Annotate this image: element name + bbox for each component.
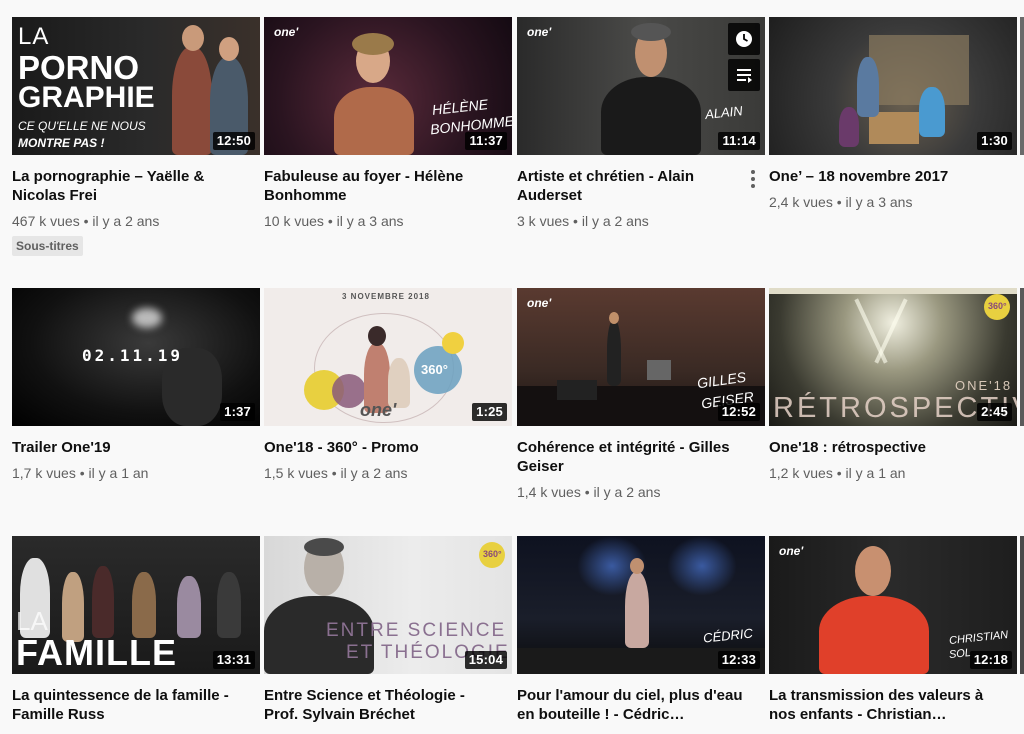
video-title[interactable]: Fabuleuse au foyer - Hélène Bonhomme	[264, 167, 496, 205]
upload-age: il y a 2 ans	[581, 213, 649, 229]
partial-thumbnail[interactable]	[1020, 288, 1024, 426]
view-count: 1,7 k vues	[12, 465, 76, 481]
video-meta: 3 k vues • il y a 2 ans	[517, 213, 649, 229]
video-title[interactable]: One'18 : rétrospective	[769, 438, 1001, 457]
thumb-logo: one'	[527, 25, 552, 39]
partial-thumbnail[interactable]	[1020, 17, 1024, 155]
partial-thumbnail[interactable]	[1020, 536, 1024, 674]
thumb-logo: one'	[360, 400, 397, 420]
video-thumbnail[interactable]: one' GILLES GEISER 12:52	[517, 288, 765, 426]
thumb-text: ONE'18	[955, 378, 1013, 393]
duration-badge: 1:37	[220, 403, 255, 421]
subtitles-badge: Sous-titres	[12, 236, 83, 256]
video-meta: 1,4 k vues • il y a 2 ans	[517, 484, 661, 500]
queue-icon	[737, 69, 752, 83]
video-meta: 2,4 k vues • il y a 3 ans	[769, 194, 913, 210]
duration-badge: 15:04	[464, 651, 507, 669]
view-count: 1,4 k vues	[517, 484, 581, 500]
video-card[interactable]: one' ALAIN 11:14 Artiste et chrétien - A…	[517, 17, 765, 230]
thumb-logo: one'	[274, 25, 299, 39]
video-title[interactable]: Artiste et chrétien - Alain Auderset	[517, 167, 749, 205]
more-vert-icon[interactable]	[747, 167, 759, 191]
upload-age: il y a 1 an	[845, 465, 906, 481]
thumb-logo: one'	[779, 544, 804, 558]
video-title[interactable]: La quintessence de la famille - Famille …	[12, 686, 244, 724]
video-thumbnail[interactable]: one' HÉLÈNE BONHOMME 11:37	[264, 17, 512, 155]
duration-badge: 11:14	[718, 132, 760, 150]
video-card[interactable]: LA PORNO GRAPHIE CE QU'ELLE NE NOUS MONT…	[12, 17, 260, 256]
duration-badge: 12:33	[717, 651, 760, 669]
thumb-text: FAMILLE	[16, 632, 177, 673]
video-thumbnail[interactable]: one' ALAIN 11:14	[517, 17, 765, 155]
video-thumbnail[interactable]: 02.11.19 1:37	[12, 288, 260, 426]
view-count: 2,4 k vues	[769, 194, 833, 210]
upload-age: il y a 2 ans	[92, 213, 160, 229]
video-thumbnail[interactable]: 3 NOVEMBRE 2018 360° one' 1:25	[264, 288, 512, 426]
video-card[interactable]: 360° ONE'18 RÉTROSPECTIVE 2:45 One'18 : …	[769, 288, 1017, 482]
thumb-text: SOL	[948, 646, 972, 662]
video-title[interactable]: La transmission des valeurs à nos enfant…	[769, 686, 1001, 724]
clock-icon	[736, 31, 752, 47]
video-title[interactable]: One’ – 18 novembre 2017	[769, 167, 1001, 186]
thumb-text: CE QU'ELLE NE NOUS	[18, 119, 146, 133]
duration-badge: 13:31	[212, 651, 255, 669]
upload-age: il y a 3 ans	[845, 194, 913, 210]
video-card[interactable]: CÉDRIC 12:33 Pour l'amour du ciel, plus …	[517, 536, 765, 724]
video-meta: 10 k vues • il y a 3 ans	[264, 213, 404, 229]
video-thumbnail[interactable]: 360° ENTRE SCIENCE ET THÉOLOGIE 15:04	[264, 536, 512, 674]
video-card[interactable]: 02.11.19 1:37 Trailer One'19 1,7 k vues …	[12, 288, 260, 482]
thumb-text: 3 NOVEMBRE 2018	[342, 292, 430, 301]
duration-badge: 11:37	[465, 132, 507, 150]
video-card[interactable]: 1:30 One’ – 18 novembre 2017 2,4 k vues …	[769, 17, 1017, 211]
video-card[interactable]: one' CHRISTIAN SOL 12:18 La transmission…	[769, 536, 1017, 724]
thumb-text: 360°	[988, 301, 1007, 311]
video-thumbnail[interactable]: 1:30	[769, 17, 1017, 155]
video-card[interactable]: one' HÉLÈNE BONHOMME 11:37 Fabuleuse au …	[264, 17, 512, 230]
view-count: 3 k vues	[517, 213, 570, 229]
thumb-text: ENTRE SCIENCE	[326, 620, 507, 641]
upload-age: il y a 1 an	[88, 465, 149, 481]
video-card[interactable]: one' GILLES GEISER 12:52 Cohérence et in…	[517, 288, 765, 501]
video-title[interactable]: La pornographie – Yaëlle & Nicolas Frei	[12, 167, 244, 205]
watch-later-button[interactable]	[728, 23, 760, 55]
video-meta: 1,5 k vues • il y a 2 ans	[264, 465, 408, 481]
thumb-text: MONTRE PAS !	[18, 136, 105, 150]
video-meta: 1,2 k vues • il y a 1 an	[769, 465, 906, 481]
view-count: 10 k vues	[264, 213, 324, 229]
thumb-text: 360°	[421, 362, 448, 377]
duration-badge: 12:52	[717, 403, 760, 421]
video-meta: 467 k vues • il y a 2 ans	[12, 213, 160, 229]
thumb-text: 02.11.19	[82, 346, 184, 365]
thumb-logo: one'	[527, 296, 552, 310]
view-count: 1,2 k vues	[769, 465, 833, 481]
video-title[interactable]: One'18 - 360° - Promo	[264, 438, 496, 457]
video-thumbnail[interactable]: LA PORNO GRAPHIE CE QU'ELLE NE NOUS MONT…	[12, 17, 260, 155]
video-card[interactable]: LA FAMILLE 13:31 La quintessence de la f…	[12, 536, 260, 724]
upload-age: il y a 2 ans	[340, 465, 408, 481]
thumb-text: 360°	[483, 549, 502, 559]
video-title[interactable]: Entre Science et Théologie - Prof. Sylva…	[264, 686, 496, 724]
video-thumbnail[interactable]: CÉDRIC 12:33	[517, 536, 765, 674]
video-title[interactable]: Cohérence et intégrité - Gilles Geiser	[517, 438, 749, 476]
video-title[interactable]: Pour l'amour du ciel, plus d'eau en bout…	[517, 686, 749, 724]
video-meta: 1,7 k vues • il y a 1 an	[12, 465, 149, 481]
duration-badge: 2:45	[977, 403, 1012, 421]
upload-age: il y a 3 ans	[336, 213, 404, 229]
video-card[interactable]: 360° ENTRE SCIENCE ET THÉOLOGIE 15:04 En…	[264, 536, 512, 724]
video-title[interactable]: Trailer One'19	[12, 438, 244, 457]
video-card[interactable]: 3 NOVEMBRE 2018 360° one' 1:25 One'18 - …	[264, 288, 512, 482]
duration-badge: 1:25	[472, 403, 507, 421]
video-thumbnail[interactable]: one' CHRISTIAN SOL 12:18	[769, 536, 1017, 674]
add-to-queue-button[interactable]	[728, 59, 760, 91]
upload-age: il y a 2 ans	[593, 484, 661, 500]
thumb-text: GRAPHIE	[18, 81, 155, 114]
view-count: 1,5 k vues	[264, 465, 328, 481]
duration-badge: 1:30	[977, 132, 1012, 150]
duration-badge: 12:50	[212, 132, 255, 150]
duration-badge: 12:18	[969, 651, 1012, 669]
video-thumbnail[interactable]: LA FAMILLE 13:31	[12, 536, 260, 674]
thumb-text: LA	[18, 23, 50, 50]
video-thumbnail[interactable]: 360° ONE'18 RÉTROSPECTIVE 2:45	[769, 288, 1017, 426]
view-count: 467 k vues	[12, 213, 80, 229]
